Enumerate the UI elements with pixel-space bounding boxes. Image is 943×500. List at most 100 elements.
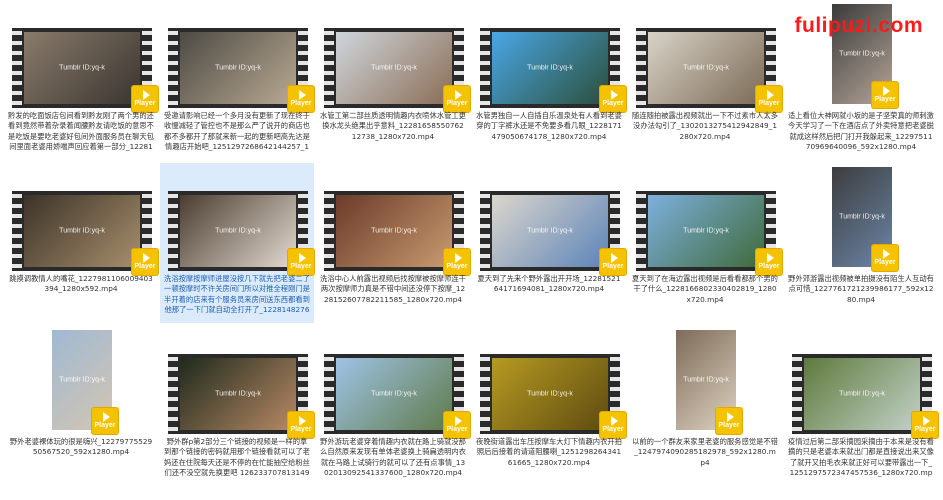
- player-badge-label: Player: [758, 100, 780, 107]
- play-icon: [922, 416, 930, 426]
- video-thumbnail[interactable]: Tumblr ID:yq-k Player: [636, 191, 782, 275]
- video-thumbnail[interactable]: Tumblr ID:yq-k Player: [832, 167, 898, 271]
- thumbnail-overlay-text: Tumblr ID:yq-k: [683, 376, 729, 384]
- video-file-tile[interactable]: Tumblr ID:yq-k Player 受邀请影响已经一个多月没有更新了现在终于…: [160, 0, 314, 160]
- file-name-label: 野外游玩老婆穿着情趣内衣就在路上骑就没那么自然原来发现有单体老婆换上骑扁透明内衣…: [320, 437, 466, 478]
- file-name-label: 水管男独自一人自插自乐温泉处有人看到老婆穿的丁字裤水还是不免要多看几眼_1228…: [476, 111, 622, 141]
- file-name-label: 野外群p第2部分三个链接的视频是一样的拿到那个链接的密码就用那个链接看就可以了老…: [164, 437, 310, 479]
- video-thumbnail[interactable]: Tumblr ID:yq-k Player: [636, 28, 782, 112]
- video-file-tile[interactable]: Tumblr ID:yq-k Player 夏天到了先来个野外露出开开场_12281…: [472, 163, 626, 323]
- play-icon: [882, 249, 890, 259]
- watermark-text: fulipuzi.com: [794, 14, 923, 37]
- video-thumbnail[interactable]: Tumblr ID:yq-k Player: [676, 330, 742, 434]
- video-file-tile[interactable]: Tumblr ID:yq-k Player 以前的一个群友来家里老婆的服务感觉是不错…: [628, 326, 782, 486]
- play-icon: [102, 412, 110, 422]
- play-icon: [454, 253, 462, 263]
- player-badge-icon: Player: [872, 245, 898, 271]
- play-icon: [454, 90, 462, 100]
- file-name-label: 以前的一个群友来家里老婆的服务感觉是不错_1247974090285182978…: [632, 437, 778, 467]
- video-file-tile[interactable]: Tumblr ID:yq-k Player 野外游玩老婆穿着情趣内衣就在路上骑就没那…: [316, 326, 470, 486]
- video-file-tile[interactable]: Tumblr ID:yq-k Player 野外老婆裸体玩的很是嗨兴_1227977…: [4, 326, 158, 486]
- video-preview-image: Tumblr ID:yq-k: [180, 195, 296, 267]
- video-thumbnail[interactable]: Tumblr ID:yq-k Player: [792, 354, 938, 438]
- video-file-tile[interactable]: Tumblr ID:yq-k Player 洗浴按摩按摩师进屋没按几下就先把老婆二了…: [160, 163, 314, 323]
- video-thumbnail[interactable]: Tumblr ID:yq-k Player: [324, 28, 470, 112]
- video-preview-image: Tumblr ID:yq-k: [336, 358, 452, 430]
- filmstrip-frame: Tumblr ID:yq-k: [12, 28, 152, 108]
- video-file-tile[interactable]: Tumblr ID:yq-k Player 水管男独自一人自插自乐温泉处有人看到老婆…: [472, 0, 626, 160]
- video-file-tile[interactable]: Tumblr ID:yq-k Player 疫情过后第二部采摘园采摘由于本来是没有看…: [784, 326, 938, 486]
- video-file-tile[interactable]: Tumblr ID:yq-k Player 跳摸调教情人的嘴花_1227981106…: [4, 163, 158, 323]
- video-file-tile[interactable]: Tumblr ID:yq-k Player 洗浴中心人前露出视频后找按摩被按摩师连干…: [316, 163, 470, 323]
- video-thumbnail[interactable]: Tumblr ID:yq-k Player: [480, 28, 626, 112]
- player-badge-label: Player: [446, 263, 468, 270]
- video-file-tile[interactable]: Tumblr ID:yq-k Player 野外郊游露出视频被单拍摄没有陌生人互动有…: [784, 163, 938, 323]
- player-badge-label: Player: [602, 426, 624, 433]
- video-file-tile[interactable]: Tumblr ID:yq-k Player 夏天到了在海边露出视频是后看看都那个男的…: [628, 163, 782, 323]
- video-thumbnail[interactable]: Tumblr ID:yq-k Player: [52, 330, 118, 434]
- player-badge-icon: Player: [912, 412, 938, 438]
- file-name-label: 水管工第二部丝质透明情趣内衣喷休水管工更换水龙头绝果出乎意料_122816585…: [320, 111, 466, 141]
- file-name-label: 夜晚街道露出车压按摩车大灯下情趣内衣开拍照后后接着的请道阻腰喇_12512982…: [476, 437, 622, 467]
- file-name-label: 洗浴中心人前露出视频后找按摩被按摩师连干两次按摩师力真是不错中间还没停下按摩_1…: [320, 274, 466, 304]
- play-icon: [610, 253, 618, 263]
- video-file-tile[interactable]: Tumblr ID:yq-k Player 水管工第二部丝质透明情趣内衣喷休水管工更…: [316, 0, 470, 160]
- video-thumbnail[interactable]: Tumblr ID:yq-k Player: [168, 354, 314, 438]
- player-badge-icon: Player: [600, 86, 626, 112]
- thumbnail-overlay-text: Tumblr ID:yq-k: [683, 227, 729, 235]
- thumbnail-overlay-text: Tumblr ID:yq-k: [215, 64, 261, 72]
- video-file-tile[interactable]: Tumblr ID:yq-k Player 野外群p第2部分三个链接的视频是一样的拿…: [160, 326, 314, 486]
- player-badge-icon: Player: [600, 249, 626, 275]
- video-file-tile[interactable]: Tumblr ID:yq-k Player 黔发的吃面饭店包间看到黔友刚了两个男的还…: [4, 0, 158, 160]
- video-thumbnail[interactable]: Tumblr ID:yq-k Player: [324, 191, 470, 275]
- filmstrip-frame: Tumblr ID:yq-k: [168, 191, 308, 271]
- player-badge-label: Player: [874, 96, 896, 103]
- video-preview-image: Tumblr ID:yq-k: [24, 195, 140, 267]
- file-grid: Tumblr ID:yq-k Player 黔发的吃面饭店包间看到黔友刚了两个男的还…: [4, 0, 940, 489]
- player-badge-label: Player: [134, 263, 156, 270]
- play-icon: [142, 90, 150, 100]
- play-icon: [610, 416, 618, 426]
- file-name-label: 夏天到了在海边露出视频是后看看都那个男的干了什么_122816680233040…: [632, 274, 778, 304]
- video-preview-image: Tumblr ID:yq-k: [648, 195, 764, 267]
- thumbnail-overlay-text: Tumblr ID:yq-k: [59, 376, 105, 384]
- video-thumbnail[interactable]: Tumblr ID:yq-k Player: [480, 191, 626, 275]
- filmstrip-frame: Tumblr ID:yq-k: [168, 354, 308, 434]
- player-badge-icon: Player: [92, 408, 118, 434]
- video-thumbnail[interactable]: Tumblr ID:yq-k Player: [168, 191, 314, 275]
- video-thumbnail[interactable]: Tumblr ID:yq-k Player: [12, 28, 158, 112]
- thumbnail-overlay-text: Tumblr ID:yq-k: [527, 64, 573, 72]
- thumbnail-overlay-text: Tumblr ID:yq-k: [215, 227, 261, 235]
- play-icon: [726, 412, 734, 422]
- video-thumbnail[interactable]: Tumblr ID:yq-k Player: [12, 191, 158, 275]
- video-preview-image: Tumblr ID:yq-k: [180, 32, 296, 104]
- filmstrip-frame: Tumblr ID:yq-k: [12, 191, 152, 271]
- thumbnail-overlay-text: Tumblr ID:yq-k: [59, 64, 105, 72]
- thumbnail-overlay-text: Tumblr ID:yq-k: [839, 213, 885, 221]
- player-badge-label: Player: [758, 263, 780, 270]
- player-badge-icon: Player: [444, 412, 470, 438]
- player-badge-label: Player: [290, 263, 312, 270]
- filmstrip-frame: Tumblr ID:yq-k: [636, 191, 776, 271]
- player-badge-icon: Player: [132, 249, 158, 275]
- video-thumbnail[interactable]: Tumblr ID:yq-k Player: [480, 354, 626, 438]
- video-thumbnail[interactable]: Tumblr ID:yq-k Player: [168, 28, 314, 112]
- player-badge-label: Player: [446, 100, 468, 107]
- player-badge-icon: Player: [756, 86, 782, 112]
- player-badge-icon: Player: [288, 86, 314, 112]
- player-badge-label: Player: [602, 263, 624, 270]
- video-preview-image: Tumblr ID:yq-k: [648, 32, 764, 104]
- player-badge-label: Player: [290, 426, 312, 433]
- video-file-tile[interactable]: Tumblr ID:yq-k Player 随连随拍被露出视频就出一下不过素市人太多…: [628, 0, 782, 160]
- video-thumbnail[interactable]: Tumblr ID:yq-k Player: [324, 354, 470, 438]
- file-name-label: 黔发的吃面饭店包间看到黔友刚了两个男的还看到竟然带着杂录着闻腰黔友请吃饭的意思不…: [8, 111, 154, 153]
- player-badge-icon: Player: [716, 408, 742, 434]
- file-name-label: 疫情过后第二部采摘园采摘由于本来是没有看摘的只是老婆本来就出门都是直接说出来又像…: [788, 437, 934, 479]
- video-file-tile[interactable]: Tumblr ID:yq-k Player 夜晚街道露出车压按摩车大灯下情趣内衣开拍…: [472, 326, 626, 486]
- player-badge-label: Player: [134, 100, 156, 107]
- player-badge-label: Player: [94, 422, 116, 429]
- file-name-label: 野外老婆裸体玩的很是嗨兴_1227977552950567520_592x128…: [9, 437, 153, 457]
- play-icon: [298, 253, 306, 263]
- player-badge-icon: Player: [756, 249, 782, 275]
- thumbnail-overlay-text: Tumblr ID:yq-k: [527, 390, 573, 398]
